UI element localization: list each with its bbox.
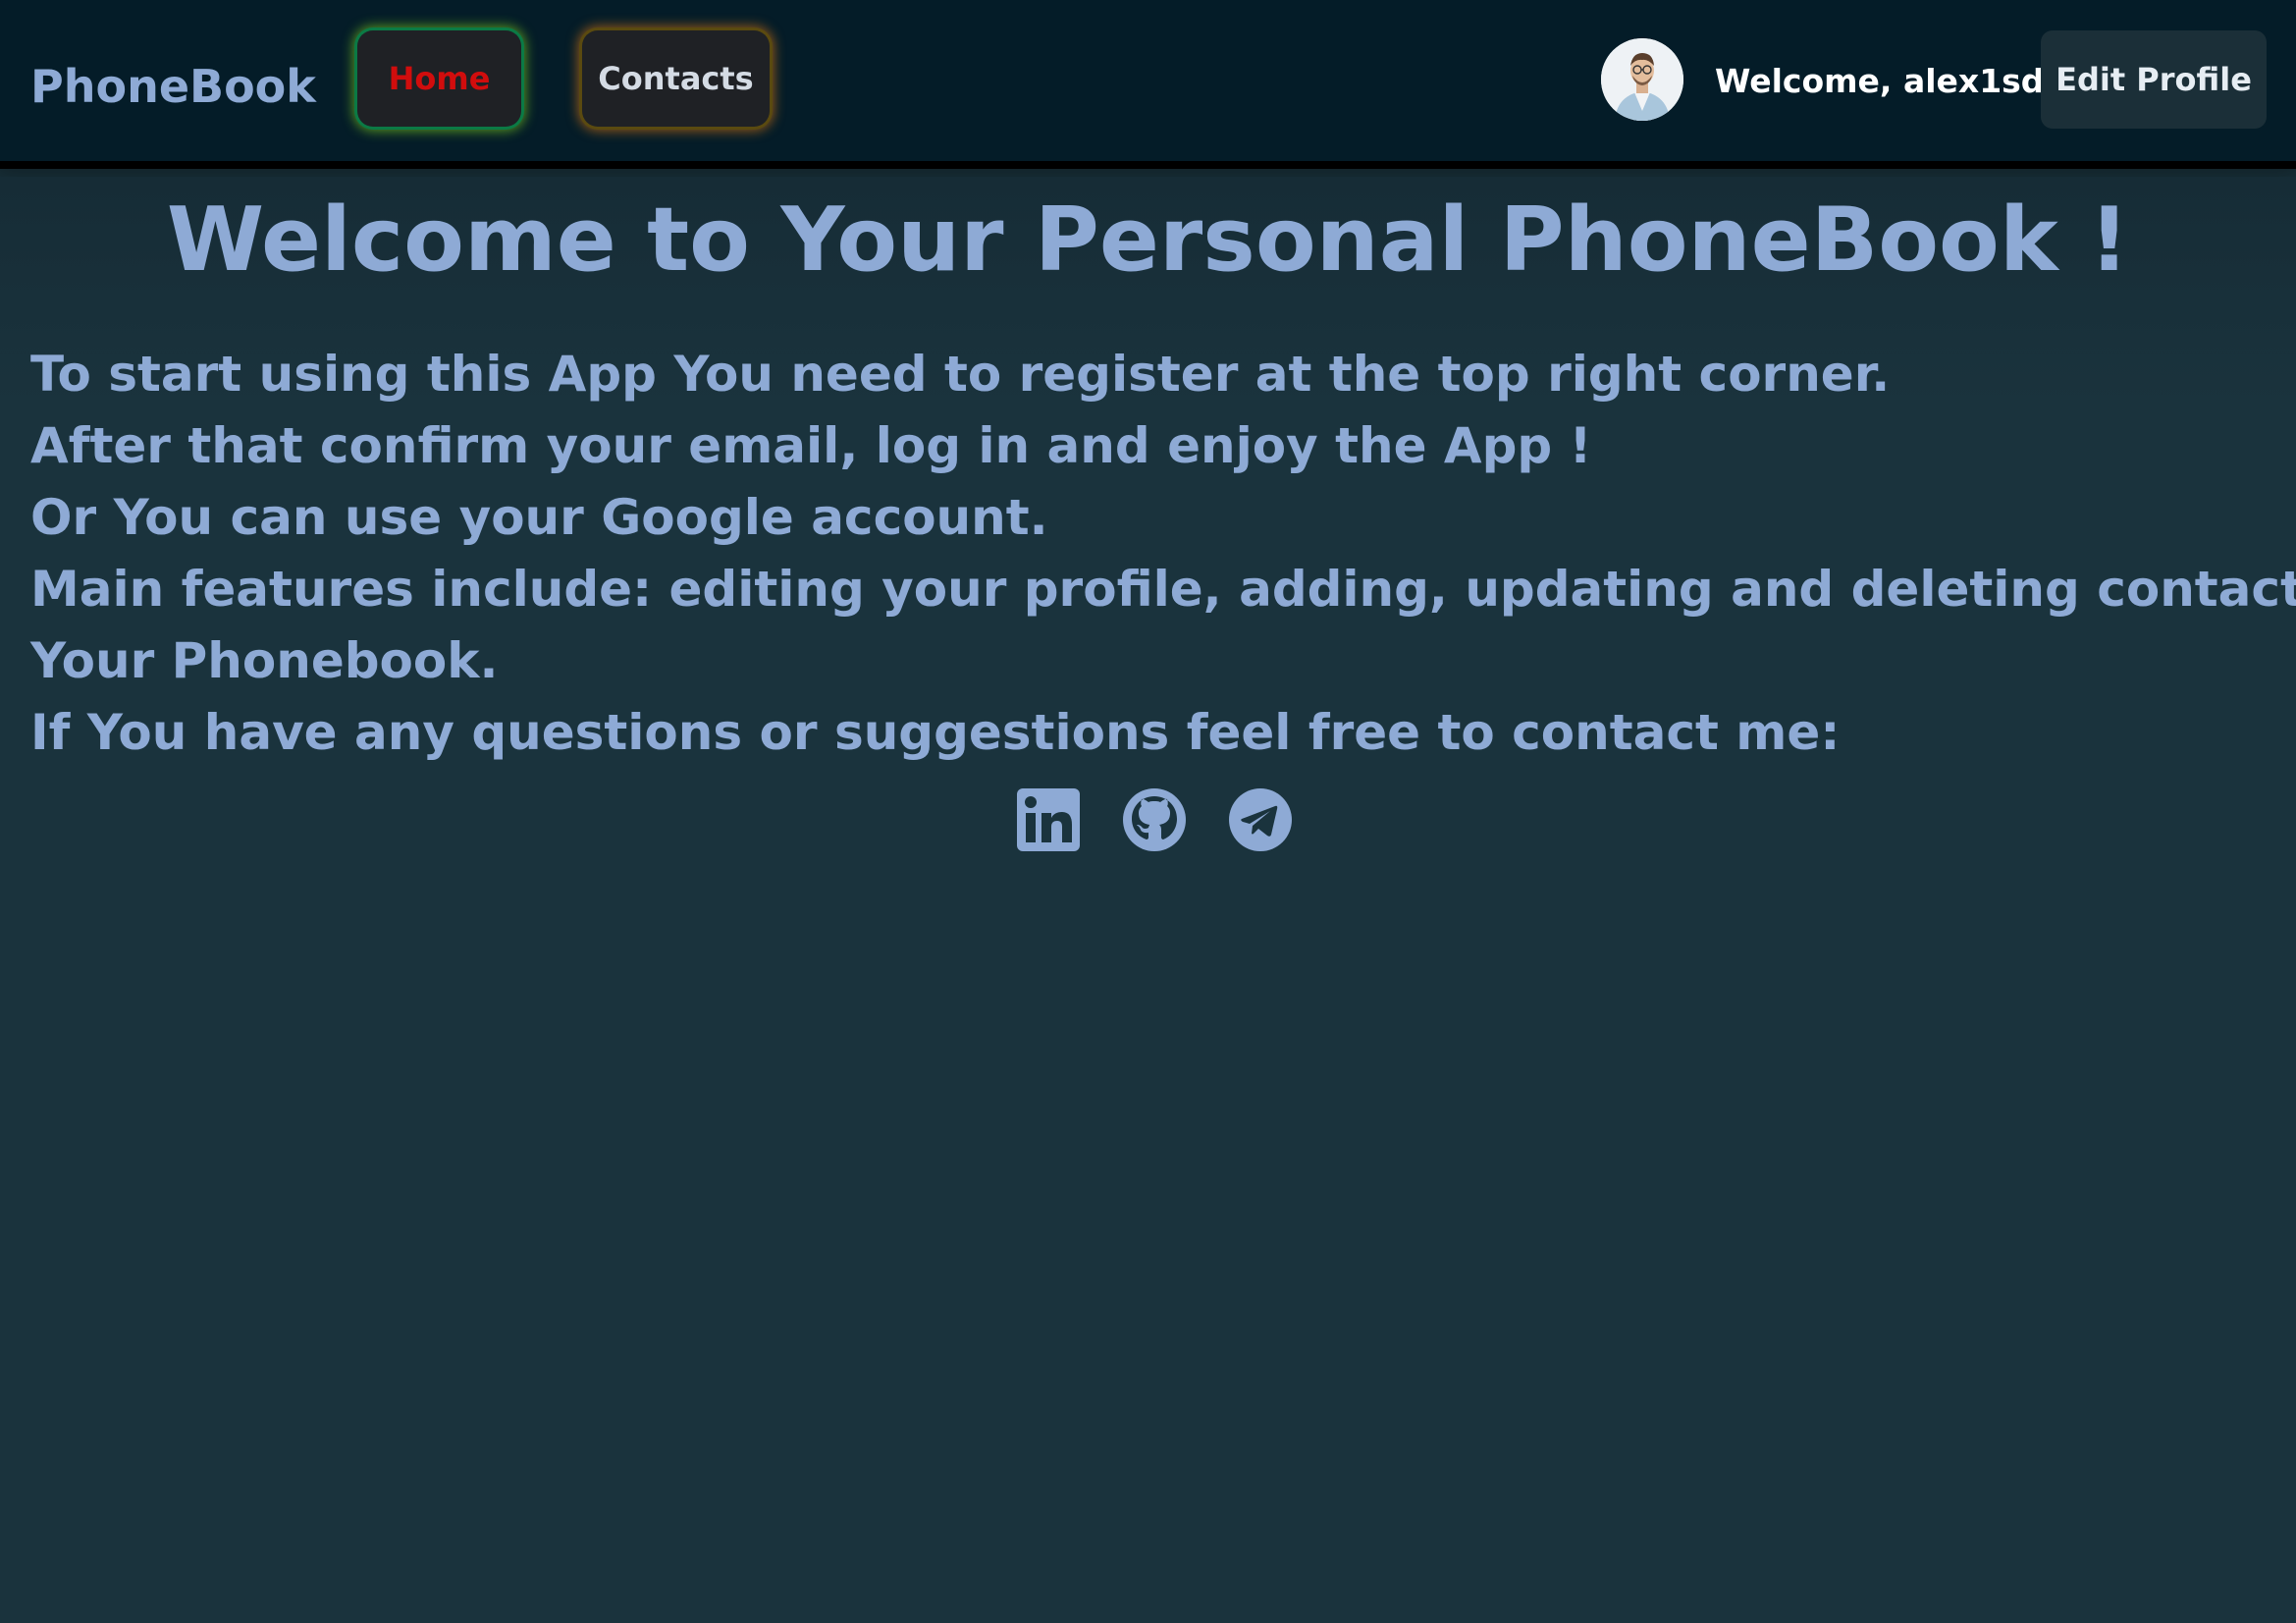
intro-line: If You have any questions or suggestions… [30,704,1841,761]
welcome-user-text: Welcome, alex1sd [1715,62,2045,100]
social-links [1016,787,1293,852]
intro-line: Main features include: editing your prof… [30,561,2296,618]
page-title: Welcome to Your Personal PhoneBook ! [166,189,2130,292]
github-link[interactable] [1122,787,1187,852]
avatar-photo [1601,38,1683,121]
telegram-link[interactable] [1228,787,1293,852]
home-nav-button[interactable]: Home [357,30,521,127]
intro-line: To start using this App You need to regi… [30,346,1891,403]
github-icon [1123,788,1186,851]
contacts-nav-button[interactable]: Contacts [582,30,770,127]
edit-profile-button[interactable]: Edit Profile [2041,30,2267,129]
intro-line: Or You can use your Google account. [30,489,1048,546]
user-avatar[interactable] [1601,38,1683,121]
linkedin-icon [1017,788,1080,851]
app-logo[interactable]: PhoneBook [30,55,316,118]
intro-text: To start using this App You need to regi… [30,339,2296,769]
intro-line: After that confirm your email, log in an… [30,417,1592,474]
top-navbar: PhoneBook Home Contacts Welcome, alex1sd… [0,0,2296,169]
intro-line: Your Phonebook. [30,632,499,689]
linkedin-link[interactable] [1016,787,1081,852]
telegram-icon [1229,788,1292,851]
